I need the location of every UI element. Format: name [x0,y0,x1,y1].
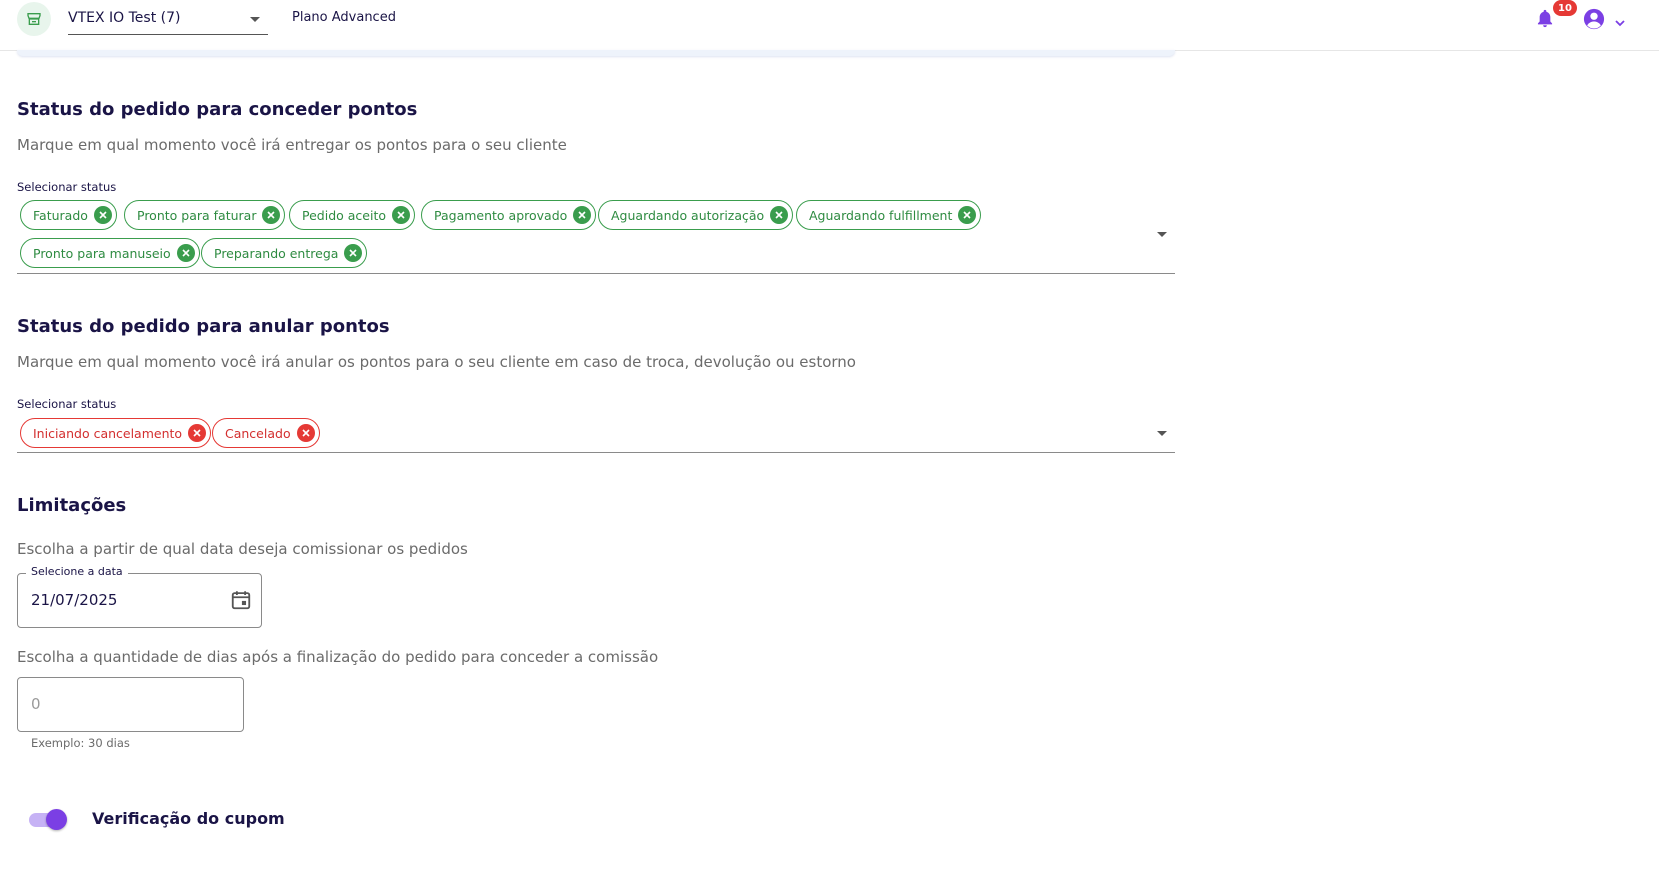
status-chip: Preparando entrega [201,238,368,268]
remove-chip-icon[interactable] [770,206,789,224]
chip-label: Faturado [33,207,88,223]
grant-section-description: Marque em qual momento você irá entregar… [17,136,567,154]
remove-chip-icon[interactable] [262,206,281,224]
remove-chip-icon[interactable] [176,244,195,262]
status-chip: Cancelado [212,418,320,448]
status-chip: Pagamento aprovado [421,200,597,230]
status-chip: Aguardando autorização [598,200,794,230]
chip-label: Iniciando cancelamento [33,425,183,441]
remove-chip-icon[interactable] [188,424,207,442]
toggle-thumb [46,809,67,830]
date-label: Selecione a data [26,565,128,578]
date-prompt: Escolha a partir de qual data deseja com… [17,540,468,558]
remove-chip-icon[interactable] [344,244,363,262]
store-name: VTEX IO Test (7) [68,10,181,26]
status-chip: Pronto para faturar [124,200,286,230]
remove-chip-icon[interactable] [392,206,410,224]
plan-label: Plano Advanced [292,10,396,25]
grant-section-title: Status do pedido para conceder pontos [17,99,418,120]
chip-label: Aguardando autorização [611,207,765,223]
days-helper-text: Exemplo: 30 dias [31,736,130,750]
chip-label: Cancelado [225,425,291,441]
chip-label: Preparando entrega [214,245,339,261]
cancel-section-description: Marque em qual momento você irá anular o… [17,353,856,371]
coupon-toggle-label: Verificação do cupom [92,809,285,828]
bell-icon[interactable] [1535,8,1555,34]
cancel-section-title: Status do pedido para anular pontos [17,316,390,337]
caret-down-icon [250,17,260,22]
select-underline [17,452,1175,453]
remove-chip-icon[interactable] [573,206,592,224]
days-input[interactable] [17,677,244,732]
status-chip: Iniciando cancelamento [20,418,212,448]
account-icon[interactable] [1583,8,1605,34]
remove-chip-icon[interactable] [296,424,315,442]
status-chip: Pronto para manuseio [20,238,200,268]
calendar-icon[interactable] [230,589,252,615]
chip-label: Pagamento aprovado [434,207,568,223]
status-chip: Pedido aceito [289,200,415,230]
date-value[interactable]: 21/07/2025 [31,591,117,609]
chevron-down-icon[interactable] [1614,13,1626,32]
notification-badge: 10 [1553,0,1577,16]
store-selector[interactable]: VTEX IO Test (7) [68,8,268,35]
grant-select-label: Selecionar status [17,180,117,194]
chip-label: Pedido aceito [302,207,386,223]
status-chip: Faturado [20,200,117,230]
remove-chip-icon[interactable] [958,206,977,224]
remove-chip-icon[interactable] [93,206,112,224]
coupon-toggle[interactable] [29,809,67,830]
chip-label: Pronto para manuseio [33,245,171,261]
dropdown-caret-icon[interactable] [1157,431,1167,436]
limits-title: Limitações [17,495,127,516]
days-prompt: Escolha a quantidade de dias após a fina… [17,648,659,666]
days-placeholder: 0 [31,695,41,713]
banner-edge [17,50,1175,56]
top-bar: VTEX IO Test (7) Plano Advanced 10 [0,0,1659,51]
status-chip: Aguardando fulfillment [796,200,982,230]
select-underline [17,273,1175,274]
cancel-select-label: Selecionar status [17,397,117,411]
chip-label: Pronto para faturar [137,207,257,223]
store-icon[interactable] [17,2,51,36]
chip-label: Aguardando fulfillment [809,207,953,223]
dropdown-caret-icon[interactable] [1157,232,1167,237]
